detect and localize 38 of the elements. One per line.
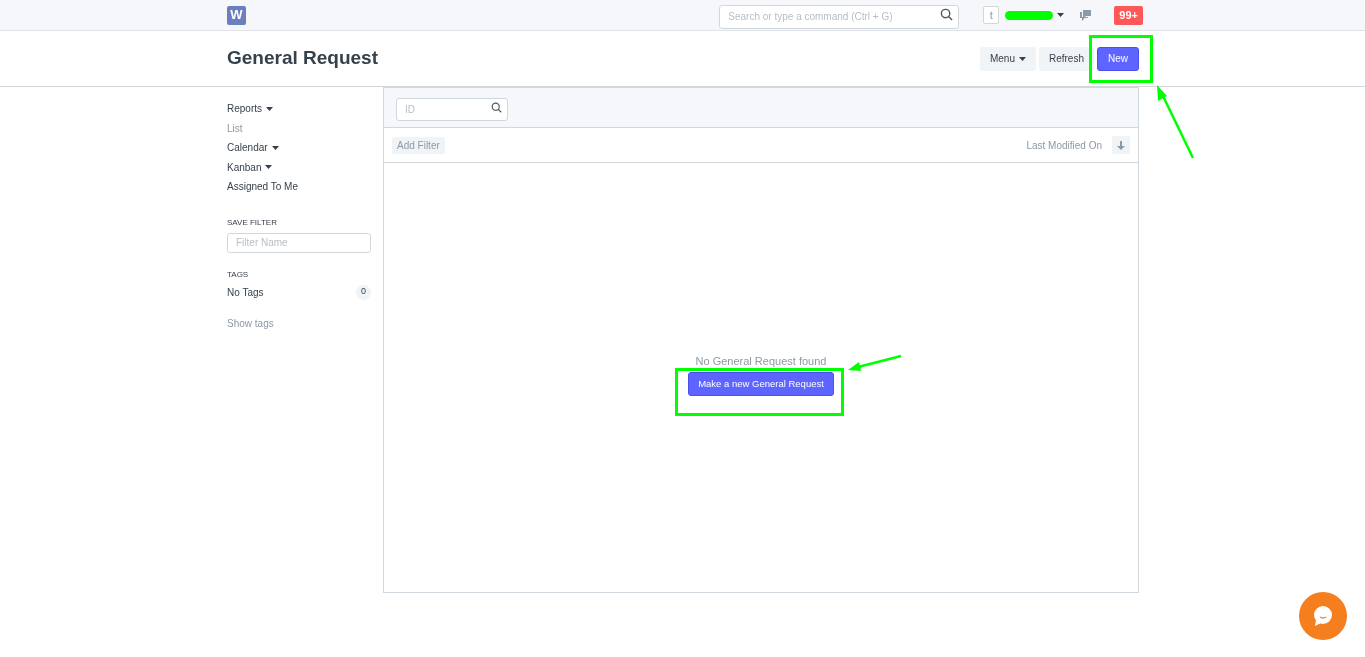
tag-label[interactable]: No Tags	[227, 284, 264, 300]
filter-name-field[interactable]: Filter Name	[227, 232, 371, 253]
redaction-mark	[1005, 10, 1054, 20]
notification-badge[interactable]: 99+	[1114, 5, 1143, 25]
caret-icon	[1057, 13, 1065, 17]
caret-icon	[271, 145, 279, 150]
show-tags-link[interactable]: Show tags	[227, 315, 274, 331]
sidebar-item[interactable]: Kanban	[227, 157, 273, 177]
sort-direction-button[interactable]	[1112, 136, 1130, 154]
make-new-button[interactable]: Make a new General Request	[688, 371, 834, 396]
empty-message: No General Request found	[695, 354, 827, 370]
add-filter-button[interactable]: Add Filter	[392, 136, 445, 154]
count-badge: 0	[356, 284, 371, 300]
sidebar-item[interactable]: Calendar	[227, 138, 279, 158]
menu-button[interactable]: Menu	[979, 46, 1036, 71]
section-heading: TAGS	[227, 268, 249, 281]
highlight-frame	[1089, 35, 1153, 83]
caret-icon	[1018, 56, 1026, 61]
chat-launcher[interactable]	[1299, 592, 1347, 640]
sidebar-item[interactable]: List	[227, 118, 243, 138]
new-button[interactable]: New	[1097, 46, 1139, 71]
search-icon	[491, 102, 502, 113]
page-title: General Request	[227, 46, 378, 71]
section-heading: SAVE FILTER	[227, 216, 277, 229]
caret-icon	[265, 165, 273, 170]
app-logo[interactable]: W	[227, 5, 246, 25]
arrow-annotation	[848, 354, 902, 371]
search-icon	[940, 8, 954, 21]
sidebar-item[interactable]: Assigned To Me	[227, 177, 298, 197]
id-filter-field[interactable]: ID	[396, 98, 508, 121]
down-arrow-icon	[1117, 140, 1125, 150]
sidebar-item[interactable]: Reports	[227, 99, 273, 119]
refresh-button[interactable]: Refresh	[1038, 46, 1094, 71]
speech-bubble-icon	[1313, 605, 1333, 627]
caret-icon	[266, 106, 273, 111]
sort-label[interactable]: Last Modified On	[1026, 137, 1102, 153]
user-avatar[interactable]: t	[983, 6, 1000, 24]
search-field[interactable]: Search or type a command (Ctrl + G)	[719, 4, 960, 29]
